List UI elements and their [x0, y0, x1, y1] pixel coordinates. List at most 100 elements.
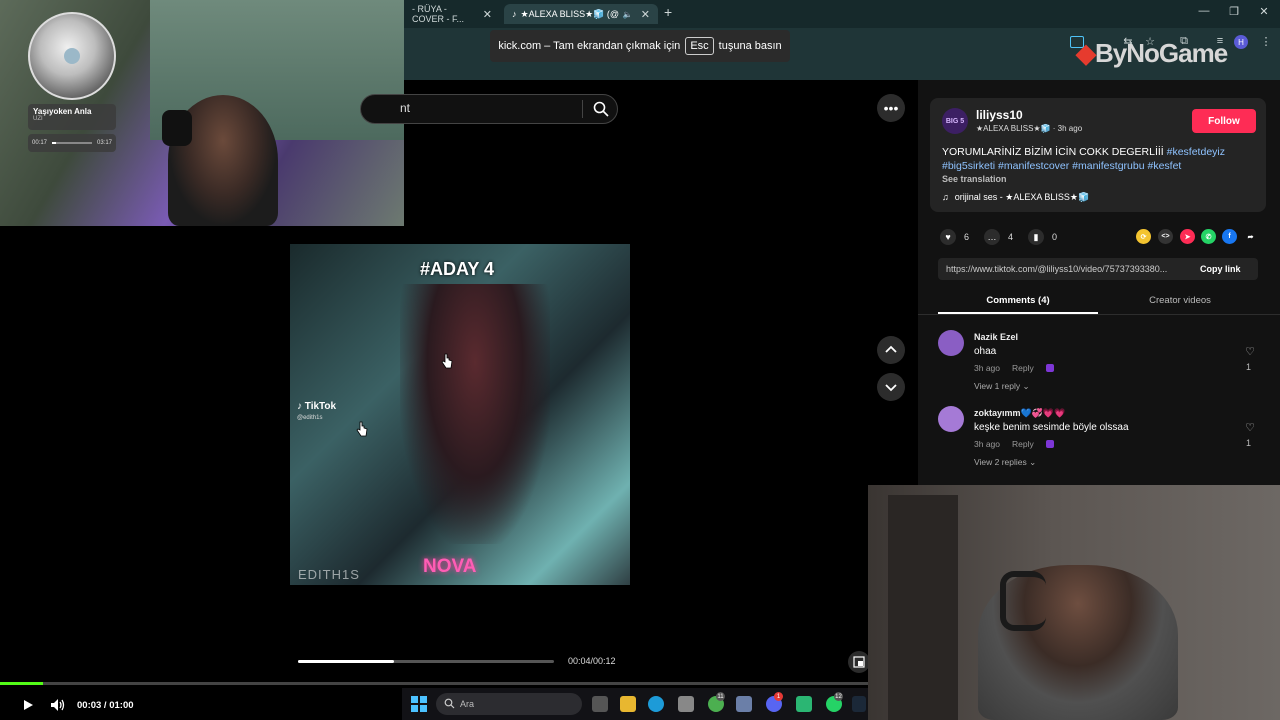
restore-icon[interactable]: ❐ [1220, 5, 1248, 18]
save-stat[interactable]: ▮ 0 [1028, 229, 1057, 245]
tiktok-search-box[interactable] [360, 94, 618, 124]
song-progress-bar [52, 142, 92, 144]
chevron-down-icon [885, 384, 897, 392]
steam-icon[interactable] [852, 696, 866, 712]
hashtag-link[interactable]: #big5sirketi [942, 160, 995, 172]
tiktok-video[interactable] [290, 244, 630, 585]
hashtag-link[interactable]: #manifestgrubu [1072, 160, 1144, 172]
search-icon[interactable] [592, 100, 610, 118]
comment-time: 3h ago [974, 363, 1000, 373]
music-link[interactable]: ♫ orijinal ses - ★ALEXA BLISS★🧊 [942, 192, 1089, 203]
search-input[interactable]: nt [400, 101, 410, 115]
next-video-button[interactable] [877, 373, 905, 401]
fullscreen-notice-prefix: kick.com – Tam ekrandan çıkmak için [498, 40, 681, 52]
comment-like-count: 1 [1246, 438, 1252, 448]
minimize-icon[interactable]: — [1190, 5, 1218, 17]
store-icon[interactable] [678, 696, 694, 712]
tiktok-watermark-text: TikTok [304, 401, 337, 412]
commenter-name[interactable]: zoktayımm💙💞💗💗 [974, 408, 1065, 419]
facebook-icon[interactable]: f [1222, 229, 1237, 244]
hashtag-link[interactable]: #kesfetdeyiz [1167, 146, 1225, 158]
share-arrow-icon[interactable]: ➦ [1243, 229, 1258, 244]
previous-video-button[interactable] [877, 336, 905, 364]
heart-icon[interactable]: ♥ [940, 229, 956, 245]
send-icon[interactable]: ➤ [1180, 229, 1195, 244]
brand-text: ByNoGame [1095, 38, 1228, 68]
more-options-icon[interactable]: ⋮ [1258, 35, 1274, 48]
close-tab-icon[interactable]: ✕ [641, 8, 650, 21]
whatsapp-icon[interactable]: ✆ [1201, 229, 1216, 244]
post-time: 3h ago [1057, 124, 1083, 133]
share-link-url[interactable]: https://www.tiktok.com/@liliyss10/video/… [946, 264, 1192, 274]
edith-watermark: EDITH1S [298, 567, 360, 582]
copy-link-button[interactable]: Copy link [1200, 264, 1241, 274]
volume-icon[interactable] [50, 698, 66, 712]
song-artist: UZI [33, 116, 43, 122]
brand-watermark: ◆ByNoGame [1076, 38, 1228, 69]
repost-icon[interactable]: ⟳ [1136, 229, 1151, 244]
browser-tab-tiktok[interactable]: ♪ ★ALEXA BLISS★🧊 (@liliyss1... 🔈 ✕ [504, 4, 658, 24]
app-icon[interactable] [736, 696, 752, 712]
chrome-badge: 11 [716, 692, 725, 701]
like-count: 6 [964, 232, 970, 242]
browser-tab-ruya[interactable]: - RÜYA - COVER - F... ✕ [404, 4, 500, 24]
tab-comments[interactable]: Comments (4) [938, 290, 1098, 314]
close-tab-icon[interactable]: ✕ [483, 8, 492, 21]
hashtag-link[interactable]: #manifestcover [998, 160, 1069, 172]
taskbar-search[interactable] [436, 693, 582, 715]
tiktok-watermark-handle: @edith1s [297, 415, 323, 421]
reply-button[interactable]: Reply [1012, 439, 1034, 449]
search-icon [444, 698, 455, 709]
play-icon[interactable] [22, 699, 34, 711]
tabs-divider [918, 314, 1280, 315]
fullscreen-notice-suffix: tuşuna basın [718, 40, 782, 52]
album-art-disc [28, 12, 116, 100]
cam-door [888, 495, 958, 720]
stream-progress-bar[interactable] [0, 682, 868, 685]
hashtag-link[interactable]: #kesfet [1147, 160, 1181, 172]
emoji-icon [1045, 364, 1054, 372]
follow-button[interactable]: Follow [1192, 109, 1256, 133]
hand-cursor-icon [441, 353, 453, 369]
view-replies-button[interactable]: View 1 reply ⌄ [974, 381, 1030, 392]
view-replies-label: View 1 reply [974, 381, 1021, 391]
comment-like-icon[interactable]: ♡ [1243, 421, 1257, 434]
video-overlay-name: NOVA [423, 556, 477, 577]
comment-like-icon[interactable]: ♡ [1243, 345, 1257, 358]
video-progress-bar[interactable] [298, 660, 554, 663]
esc-key-label: Esc [685, 37, 714, 55]
chevron-up-icon [885, 345, 897, 353]
see-translation-link[interactable]: See translation [942, 174, 1007, 184]
video-progress-fill [298, 660, 394, 663]
comment-icon[interactable]: … [984, 229, 1000, 245]
reply-button[interactable]: Reply [1012, 363, 1034, 373]
streamer-webcam-bottom [868, 485, 1280, 720]
author-username[interactable]: liliyss10 [976, 108, 1023, 122]
profile-avatar[interactable]: H [1234, 35, 1248, 49]
commenter-name[interactable]: Nazik Ezel [974, 332, 1018, 342]
view-replies-button[interactable]: View 2 replies ⌄ [974, 457, 1036, 468]
windows-start-icon[interactable] [411, 696, 427, 712]
stream-progress-fill [0, 682, 44, 685]
edge-icon[interactable] [648, 696, 664, 712]
comment-count: 4 [1008, 232, 1014, 242]
commenter-avatar[interactable] [938, 406, 964, 432]
now-playing-card: Yaşıyoken Anla UZI [28, 104, 116, 130]
embed-icon[interactable]: <> [1158, 229, 1173, 244]
picture-in-picture-button[interactable] [848, 651, 870, 673]
like-stat[interactable]: ♥ 6 [940, 229, 969, 245]
new-tab-button[interactable]: + [664, 4, 672, 20]
comment-time: 3h ago [974, 439, 1000, 449]
close-window-icon[interactable]: ✕ [1250, 5, 1278, 18]
tab-creator-videos[interactable]: Creator videos [1100, 290, 1260, 314]
commenter-avatar[interactable] [938, 330, 964, 356]
file-explorer-icon[interactable] [620, 696, 636, 712]
app-icon[interactable] [796, 696, 812, 712]
more-options-button[interactable]: ••• [877, 94, 905, 122]
author-avatar[interactable]: BIG 5 [942, 108, 968, 134]
task-view-icon[interactable] [592, 696, 608, 712]
song-progress-fill [52, 142, 56, 144]
comment-stat[interactable]: … 4 [984, 229, 1013, 245]
save-count: 0 [1052, 232, 1058, 242]
bookmark-icon[interactable]: ▮ [1028, 229, 1044, 245]
